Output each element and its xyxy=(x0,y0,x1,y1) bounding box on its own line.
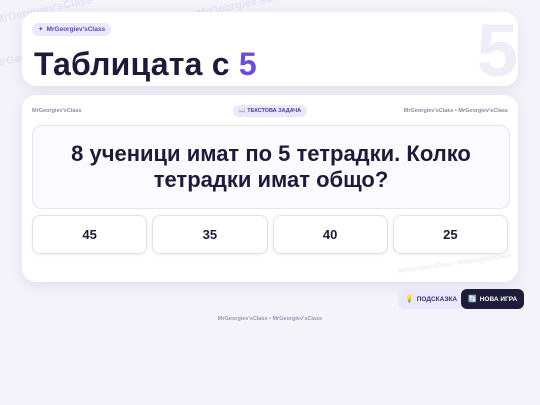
header-card: 5 ✦ MrGeorgiev'sClass Таблицата с 5 xyxy=(22,12,518,86)
book-icon: 📖 xyxy=(238,108,246,114)
answer-option[interactable]: 40 xyxy=(272,215,388,254)
hint-button[interactable]: 💡 ПОДСКАЗКА xyxy=(398,289,465,309)
answer-options: 45 35 40 25 xyxy=(32,215,508,254)
question-text: 8 ученици имат по 5 тетрадки. Колко тетр… xyxy=(71,140,471,192)
task-type-label: ТЕКСТОВА ЗАДАЧА xyxy=(247,108,302,114)
game-card: MrGeorgiev'sClass 📖 ТЕКСТОВА ЗАДАЧА MrGe… xyxy=(22,95,518,282)
answer-option[interactable]: 35 xyxy=(152,215,268,254)
sparkle-icon: ✦ xyxy=(38,26,44,33)
new-game-button[interactable]: 🔄 НОВА ИГРА xyxy=(461,289,525,309)
background-number: 5 xyxy=(476,12,518,87)
lightbulb-icon: 💡 xyxy=(405,296,414,303)
hint-button-label: ПОДСКАЗКА xyxy=(416,295,458,303)
page-title-number: 5 xyxy=(238,46,257,82)
task-type-badge: 📖 ТЕКСТОВА ЗАДАЧА xyxy=(232,105,308,117)
page-title-text: Таблицата с xyxy=(34,46,230,82)
refresh-icon: 🔄 xyxy=(468,296,477,303)
brand-chip-label: MrGeorgiev'sClass xyxy=(46,26,106,33)
brand-chip: ✦ MrGeorgiev'sClass xyxy=(32,23,112,36)
page-title: Таблицата с 5 xyxy=(34,48,257,80)
card-watermark: MrGeorgiev'sClass • MrGeorgiev'sClass xyxy=(398,253,512,275)
answer-option[interactable]: 45 xyxy=(32,215,148,254)
footer-brand: MrGeorgiev'sClass • MrGeorgiev'sClass xyxy=(217,316,323,322)
card-brand-left: MrGeorgiev'sClass xyxy=(32,108,82,114)
card-brand-right: MrGeorgiev'sClass • MrGeorgiev'sClass xyxy=(403,108,508,114)
new-game-button-label: НОВА ИГРА xyxy=(479,295,518,303)
answer-option[interactable]: 25 xyxy=(392,215,508,254)
question-box: 8 ученици имат по 5 тетрадки. Колко тетр… xyxy=(32,125,510,209)
